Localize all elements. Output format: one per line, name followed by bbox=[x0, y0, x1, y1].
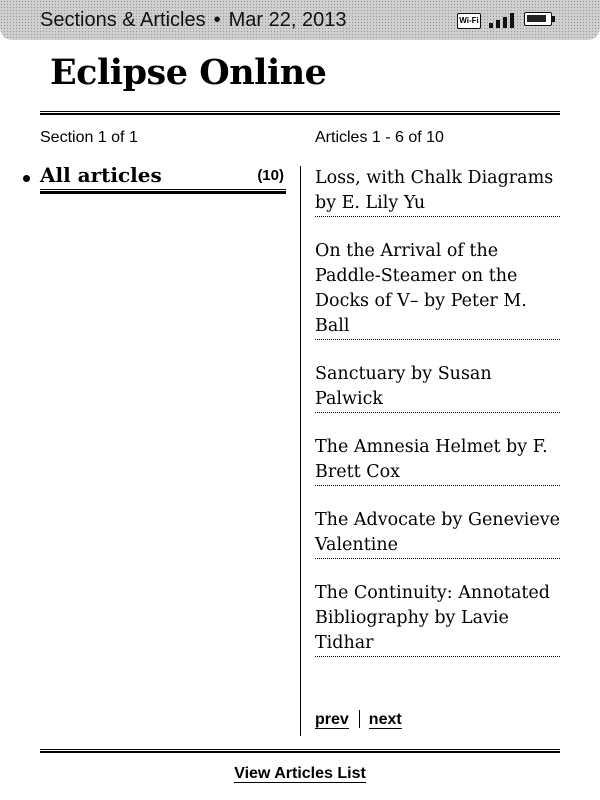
prev-link[interactable]: prev bbox=[315, 711, 349, 729]
header-divider bbox=[40, 111, 560, 115]
battery-fill bbox=[527, 15, 546, 22]
article-item[interactable]: The Amnesia Helmet by F. Brett Cox bbox=[315, 435, 560, 486]
status-date: Mar 22, 2013 bbox=[228, 9, 347, 31]
view-articles-list-button[interactable]: View Articles List bbox=[234, 765, 366, 783]
bullet-icon bbox=[23, 175, 30, 182]
article-list: Loss, with Chalk Diagrams by E. Lily Yu … bbox=[315, 166, 560, 679]
selected-indicator bbox=[40, 189, 286, 194]
next-link[interactable]: next bbox=[368, 711, 402, 729]
battery-icon bbox=[524, 12, 556, 28]
status-separator: • bbox=[213, 9, 221, 31]
section-counter: Section 1 of 1 bbox=[40, 129, 138, 146]
article-item[interactable]: Loss, with Chalk Diagrams by E. Lily Yu bbox=[315, 166, 560, 217]
page-title: Eclipse Online bbox=[50, 52, 327, 93]
wifi-icon: Wi-Fi bbox=[457, 13, 481, 29]
signal-bar bbox=[496, 20, 500, 28]
battery-body bbox=[524, 12, 552, 26]
battery-tip bbox=[552, 16, 555, 22]
section-label: All articles bbox=[40, 163, 162, 187]
article-item[interactable]: On the Arrival of the Paddle-Steamer on … bbox=[315, 239, 560, 340]
signal-icon bbox=[489, 12, 517, 28]
column-divider bbox=[300, 166, 301, 736]
section-count: (10) bbox=[257, 167, 284, 184]
article-item[interactable]: Sanctuary by Susan Palwick bbox=[315, 362, 560, 413]
pager-separator bbox=[358, 710, 360, 728]
section-item-all-articles[interactable]: All articles (10) bbox=[20, 162, 286, 196]
status-section-label: Sections & Articles bbox=[40, 9, 206, 31]
signal-bar bbox=[510, 13, 514, 28]
signal-bar bbox=[503, 17, 507, 28]
articles-counter: Articles 1 - 6 of 10 bbox=[315, 129, 444, 146]
footer: View Articles List bbox=[0, 765, 600, 783]
pager: prev next bbox=[315, 710, 402, 729]
footer-divider bbox=[40, 749, 560, 753]
status-bar: Sections & Articles • Mar 22, 2013 Wi-Fi bbox=[0, 0, 600, 40]
article-item[interactable]: The Continuity: Annotated Bibliography b… bbox=[315, 581, 560, 657]
status-title[interactable]: Sections & Articles • Mar 22, 2013 bbox=[40, 9, 347, 32]
signal-bar bbox=[489, 23, 493, 28]
article-item[interactable]: The Advocate by Genevieve Valentine bbox=[315, 508, 560, 559]
